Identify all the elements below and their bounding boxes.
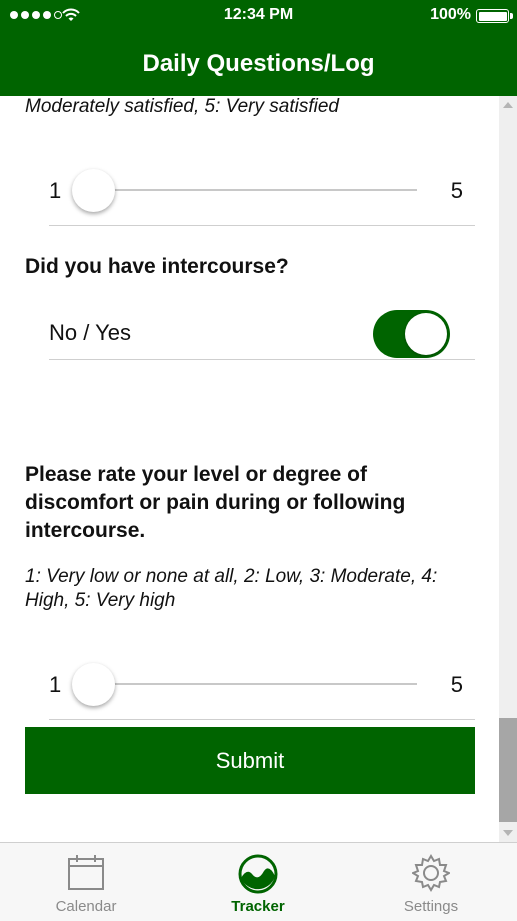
intercourse-toggle[interactable]	[373, 310, 450, 358]
scrollbar-thumb[interactable]	[499, 718, 517, 822]
tab-tracker[interactable]: Tracker	[172, 843, 344, 921]
slider-max-label: 5	[450, 178, 463, 203]
scroll-up-icon[interactable]	[503, 102, 513, 108]
battery-percent: 100%	[430, 6, 471, 23]
page-title: Daily Questions/Log	[142, 50, 375, 77]
tracker-icon	[238, 854, 278, 894]
gear-icon	[412, 854, 450, 892]
slider-min-label: 1	[49, 672, 62, 697]
toggle-label: No / Yes	[49, 320, 131, 345]
tab-label: Settings	[403, 898, 459, 915]
tab-label: Tracker	[231, 898, 285, 915]
pain-slider-thumb[interactable]	[72, 663, 115, 706]
tab-label: Calendar	[55, 898, 117, 915]
satisfaction-slider-row: 1 5	[49, 154, 475, 226]
pain-slider-row: 1 5	[49, 648, 475, 720]
nav-bar: Daily Questions/Log	[0, 32, 517, 96]
battery-icon	[476, 9, 513, 23]
tab-calendar[interactable]: Calendar	[0, 843, 172, 921]
satisfaction-slider-thumb[interactable]	[72, 169, 115, 212]
slider-max-label: 5	[450, 672, 463, 697]
slider-track[interactable]	[94, 189, 417, 191]
toggle-knob	[405, 313, 447, 355]
pain-question: Please rate your level or degree of disc…	[25, 463, 406, 542]
slider-min-label: 1	[49, 178, 62, 203]
scrollbar[interactable]	[499, 96, 517, 842]
scroll-down-icon[interactable]	[503, 830, 513, 836]
slider-track[interactable]	[94, 683, 417, 685]
status-bar: 12:34 PM 100%	[0, 0, 517, 32]
tab-settings[interactable]: Settings	[345, 843, 517, 921]
tab-bar: Calendar Tracker Settings	[0, 842, 517, 921]
submit-button[interactable]: Submit	[25, 727, 475, 794]
question-list[interactable]: Moderately satisfied, 5: Very satisfied …	[0, 96, 499, 842]
intercourse-toggle-row: No / Yes	[49, 302, 475, 360]
calendar-icon	[68, 855, 104, 890]
satisfaction-scale-text: Moderately satisfied, 5: Very satisfied	[25, 96, 339, 117]
pain-scale-text: 1: Very low or none at all, 2: Low, 3: M…	[25, 566, 438, 611]
intercourse-question: Did you have intercourse?	[25, 255, 289, 278]
